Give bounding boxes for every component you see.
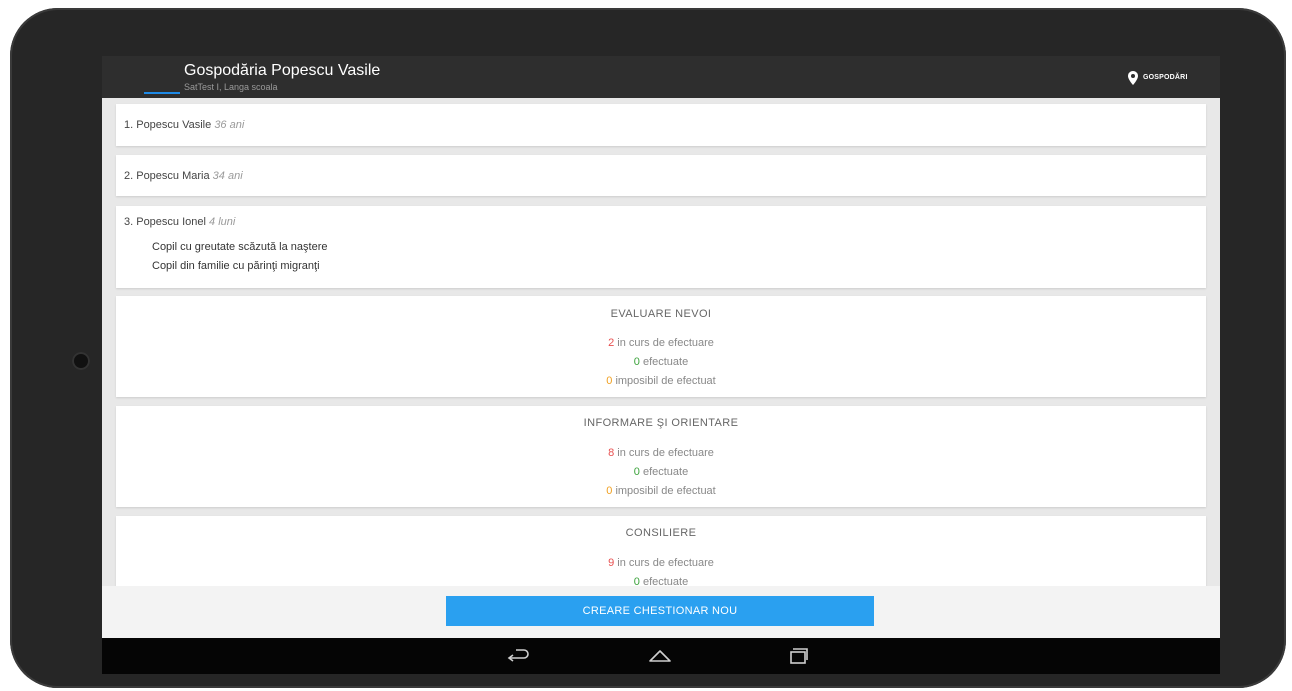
stat-done: 0 efectuate (633, 466, 689, 478)
member-name: 2. Popescu Maria (124, 170, 210, 182)
member-line: 3. Popescu Ionel 4 luni (124, 216, 235, 228)
section-title: INFORMARE ŞI ORIENTARE (583, 417, 739, 429)
member-line: 2. Popescu Maria 34 ani (124, 170, 243, 182)
member-name: 1. Popescu Vasile (124, 119, 212, 131)
households-button[interactable]: GOSPODĂRI (1143, 74, 1188, 81)
stat-in-progress: 9 in curs de efectuare (608, 557, 714, 569)
section-card[interactable]: EVALUARE NEVOI 2 in curs de efectuare 0 … (116, 296, 1206, 397)
navigation-bar (102, 638, 1220, 674)
member-name: 3. Popescu Ionel (124, 216, 206, 228)
back-icon[interactable] (504, 646, 532, 666)
member-line: 1. Popescu Vasile 36 ani (124, 119, 244, 131)
stat-done: 0 efectuate (633, 576, 689, 586)
map-pin-icon[interactable] (1128, 71, 1138, 85)
stat-in-progress: 8 in curs de efectuare (608, 447, 714, 459)
bottom-bar: CREARE CHESTIONAR NOU (102, 586, 1220, 638)
page-title: Gospodăria Popescu Vasile (184, 62, 381, 79)
section-card[interactable]: CONSILIERE 9 in curs de efectuare 0 efec… (116, 516, 1206, 586)
stat-impossible: 0 imposibil de efectuat (606, 485, 716, 497)
member-age: 4 luni (209, 216, 236, 228)
content-list: 1. Popescu Vasile 36 ani 2. Popescu Mari… (102, 98, 1220, 586)
member-age: 34 ani (212, 170, 243, 182)
tablet-frame: Gospodăria Popescu Vasile SatTest I, Lan… (10, 8, 1286, 688)
member-card[interactable]: 1. Popescu Vasile 36 ani (116, 104, 1206, 146)
section-title: CONSILIERE (625, 527, 697, 539)
stat-done: 0 efectuate (633, 356, 689, 368)
stat-impossible: 0 imposibil de efectuat (606, 375, 716, 387)
section-title: EVALUARE NEVOI (610, 308, 712, 320)
member-age: 36 ani (214, 119, 245, 131)
recents-icon[interactable] (784, 646, 812, 666)
member-card[interactable]: 3. Popescu Ionel 4 luni Copil cu greutat… (116, 206, 1206, 288)
create-questionnaire-button[interactable]: CREARE CHESTIONAR NOU (446, 596, 874, 626)
member-note: Copil din familie cu părinţi migranţi (152, 260, 320, 272)
section-card[interactable]: INFORMARE ŞI ORIENTARE 8 in curs de efec… (116, 406, 1206, 507)
page-subtitle: SatTest I, Langa scoala (184, 82, 278, 92)
member-note: Copil cu greutate scăzută la naştere (152, 241, 328, 253)
action-bar: Gospodăria Popescu Vasile SatTest I, Lan… (102, 56, 1220, 98)
stat-in-progress: 2 in curs de efectuare (608, 337, 714, 349)
screen: Gospodăria Popescu Vasile SatTest I, Lan… (102, 56, 1220, 674)
up-indicator[interactable] (144, 92, 180, 94)
home-icon[interactable] (646, 646, 674, 666)
member-card[interactable]: 2. Popescu Maria 34 ani (116, 155, 1206, 196)
camera-icon (72, 352, 90, 370)
